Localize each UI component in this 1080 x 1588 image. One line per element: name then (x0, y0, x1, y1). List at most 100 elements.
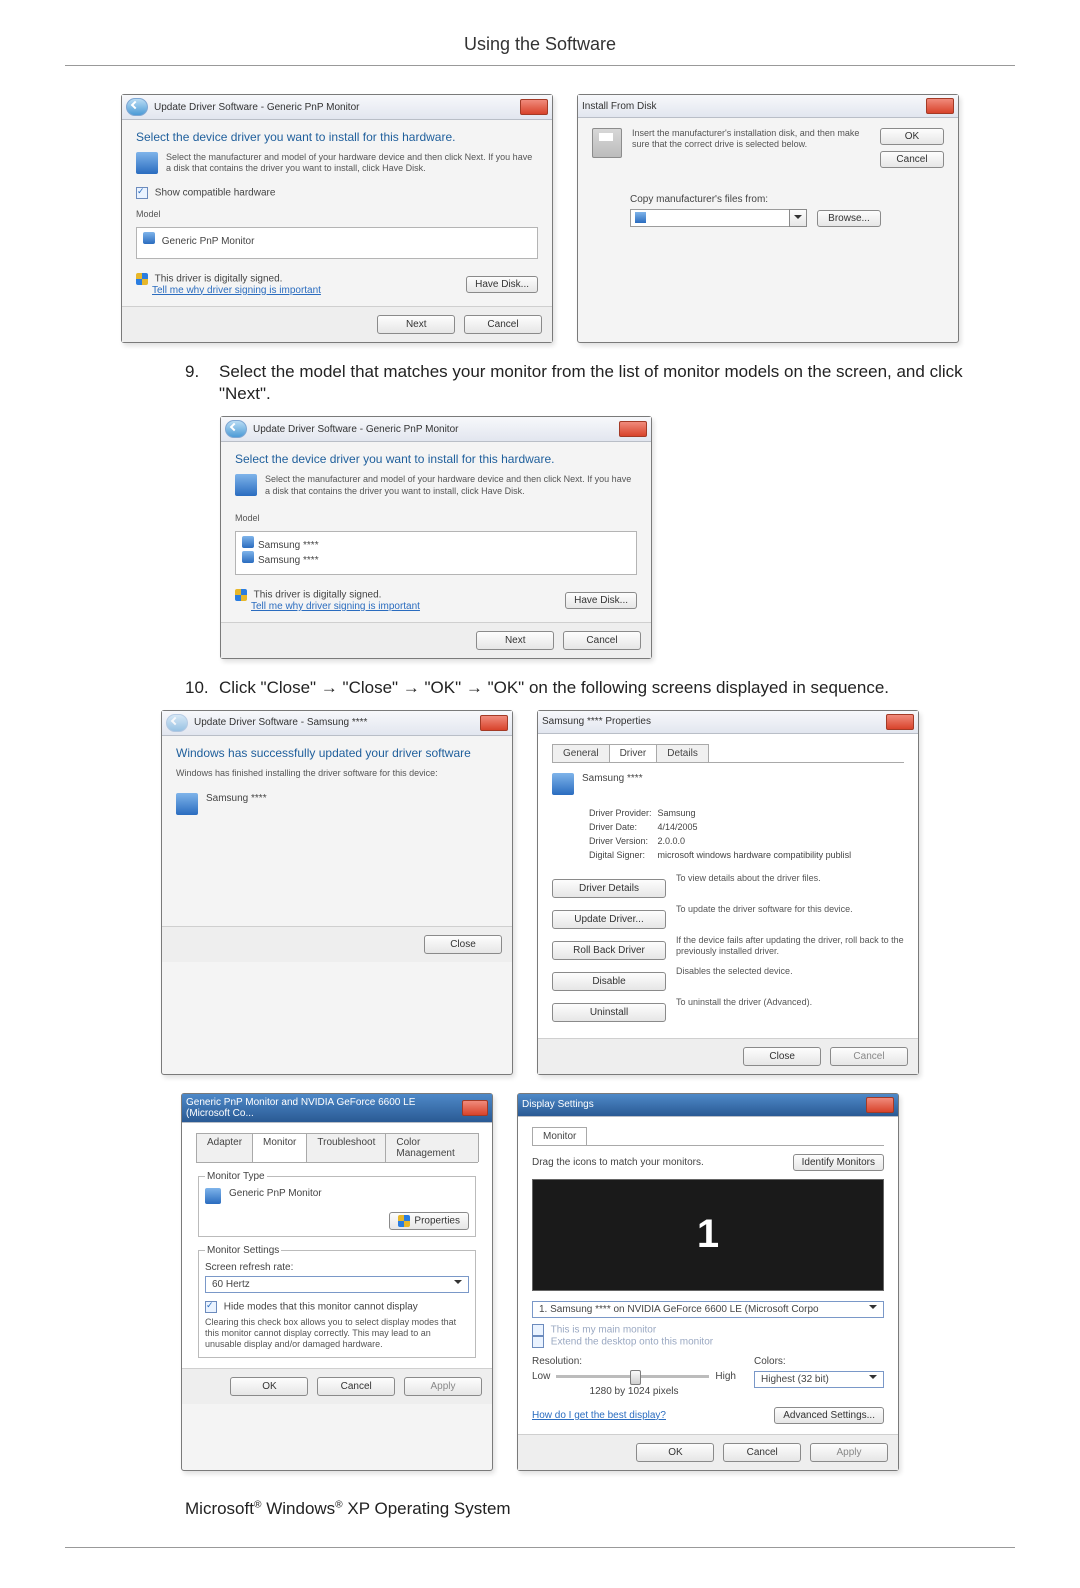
ok-button[interactable]: OK (880, 128, 944, 145)
slider-thumb[interactable] (630, 1370, 641, 1385)
monitor-number: 1 (697, 1212, 719, 1257)
prop-value: microsoft windows hardware compatibility… (657, 849, 853, 861)
prop-key: Driver Version: (588, 835, 653, 847)
list-item[interactable]: Samsung **** (258, 555, 319, 566)
footer-os-line: Microsoft® Windows® XP Operating System (185, 1499, 1015, 1519)
copy-from-label: Copy manufacturer's files from: (630, 194, 944, 205)
dialog-sub: Windows has finished installing the driv… (176, 768, 498, 779)
show-compatible-checkbox[interactable] (136, 187, 148, 199)
dialog-title: Generic PnP Monitor and NVIDIA GeForce 6… (186, 1097, 459, 1119)
dialog-hint: Insert the manufacturer's installation d… (632, 128, 864, 168)
tab-monitor[interactable]: Monitor (532, 1127, 587, 1145)
update-driver-dialog-2: Update Driver Software - Generic PnP Mon… (220, 416, 652, 659)
refresh-rate-select[interactable]: 60 Hertz (205, 1276, 469, 1293)
step-number: 10. (185, 677, 219, 700)
dialog-hint: Select the manufacturer and model of you… (166, 152, 538, 175)
tab-monitor[interactable]: Monitor (252, 1133, 307, 1162)
step-text: Click "Close" → "Close" → "OK" → "OK" on… (219, 677, 965, 700)
footer-win: Windows (261, 1499, 335, 1518)
path-input[interactable] (630, 209, 790, 227)
resolution-value: 1280 by 1024 pixels (532, 1386, 736, 1397)
advanced-settings-button[interactable]: Advanced Settings... (774, 1407, 884, 1424)
resolution-label: Resolution: (532, 1356, 736, 1367)
tab-troubleshoot[interactable]: Troubleshoot (306, 1133, 386, 1162)
hide-modes-desc: Clearing this check box allows you to se… (205, 1317, 469, 1351)
monitor-name: Generic PnP Monitor (229, 1188, 322, 1199)
best-display-link[interactable]: How do I get the best display? (532, 1410, 666, 1421)
close-icon[interactable] (462, 1100, 488, 1116)
shield-icon (136, 273, 148, 285)
colors-select[interactable]: Highest (32 bit) (754, 1371, 884, 1388)
hide-modes-checkbox[interactable] (205, 1301, 217, 1313)
tab-driver[interactable]: Driver (609, 744, 658, 762)
tab-general[interactable]: General (552, 744, 610, 762)
disk-icon (592, 128, 622, 158)
close-icon[interactable] (926, 98, 954, 114)
have-disk-button[interactable]: Have Disk... (466, 276, 538, 293)
page-title: Using the Software (65, 34, 1015, 55)
monitor-preview[interactable]: 1 (532, 1179, 884, 1291)
rollback-driver-button[interactable]: Roll Back Driver (552, 941, 666, 960)
back-icon[interactable] (126, 98, 148, 116)
button-desc: Disables the selected device. (676, 966, 904, 997)
close-icon[interactable] (866, 1097, 894, 1113)
step-number: 9. (185, 361, 219, 407)
tab-details[interactable]: Details (656, 744, 709, 762)
browse-button[interactable]: Browse... (817, 210, 881, 227)
cancel-button[interactable]: Cancel (880, 151, 944, 168)
signed-label: This driver is digitally signed. (254, 590, 382, 601)
signing-link[interactable]: Tell me why driver signing is important (152, 285, 321, 296)
driver-details-button[interactable]: Driver Details (552, 879, 666, 898)
show-compatible-label: Show compatible hardware (155, 187, 276, 198)
back-icon[interactable] (225, 420, 247, 438)
dialog-heading: Select the device driver you want to ins… (136, 130, 538, 144)
list-item[interactable]: Samsung **** (258, 540, 319, 551)
device-icon (176, 793, 198, 815)
close-icon[interactable] (886, 714, 914, 730)
close-icon[interactable] (619, 421, 647, 437)
next-button[interactable]: Next (377, 315, 455, 334)
install-from-disk-dialog: Install From Disk Insert the manufacture… (577, 94, 959, 343)
prop-key: Digital Signer: (588, 849, 653, 861)
back-icon (166, 714, 188, 732)
model-list[interactable]: Samsung **** Samsung **** (235, 531, 637, 575)
cancel-button[interactable]: Cancel (723, 1443, 801, 1462)
refresh-rate-label: Screen refresh rate: (205, 1262, 469, 1273)
disable-button[interactable]: Disable (552, 972, 666, 991)
resolution-slider[interactable] (556, 1375, 709, 1378)
tab-adapter[interactable]: Adapter (196, 1133, 253, 1162)
cancel-button[interactable]: Cancel (464, 315, 542, 334)
cancel-button[interactable]: Cancel (563, 631, 641, 650)
list-item[interactable]: Generic PnP Monitor (162, 236, 255, 247)
have-disk-button[interactable]: Have Disk... (565, 592, 637, 609)
update-driver-button[interactable]: Update Driver... (552, 910, 666, 929)
properties-label: Properties (414, 1215, 460, 1226)
properties-button[interactable]: Properties (389, 1212, 469, 1230)
uninstall-button[interactable]: Uninstall (552, 1003, 666, 1022)
close-icon[interactable] (520, 99, 548, 115)
cancel-button[interactable]: Cancel (317, 1377, 395, 1396)
close-button[interactable]: Close (743, 1047, 821, 1066)
path-dropdown-button[interactable] (789, 209, 807, 227)
drag-label: Drag the icons to match your monitors. (532, 1157, 704, 1168)
update-finished-dialog: Update Driver Software - Samsung **** Wi… (161, 710, 513, 1075)
monitor-icon (242, 551, 254, 563)
tab-color-management[interactable]: Color Management (385, 1133, 479, 1162)
monitor-select[interactable]: 1. Samsung **** on NVIDIA GeForce 6600 L… (532, 1301, 884, 1318)
button-desc: To update the driver software for this d… (676, 904, 904, 935)
model-list[interactable]: Generic PnP Monitor (136, 227, 538, 259)
identify-monitors-button[interactable]: Identify Monitors (793, 1154, 884, 1171)
ok-button[interactable]: OK (230, 1377, 308, 1396)
signed-label: This driver is digitally signed. (155, 273, 283, 284)
next-button[interactable]: Next (476, 631, 554, 650)
monitor-icon (143, 232, 155, 244)
close-button[interactable]: Close (424, 935, 502, 954)
signing-link[interactable]: Tell me why driver signing is important (251, 601, 420, 612)
monitor-type-label: Monitor Type (205, 1171, 267, 1182)
device-name: Samsung **** (206, 793, 267, 804)
dialog-title: Samsung **** Properties (542, 716, 651, 727)
ok-button[interactable]: OK (636, 1443, 714, 1462)
close-icon[interactable] (480, 715, 508, 731)
device-icon (136, 152, 158, 174)
display-settings-dialog: Display Settings Monitor Drag the icons … (517, 1093, 899, 1471)
